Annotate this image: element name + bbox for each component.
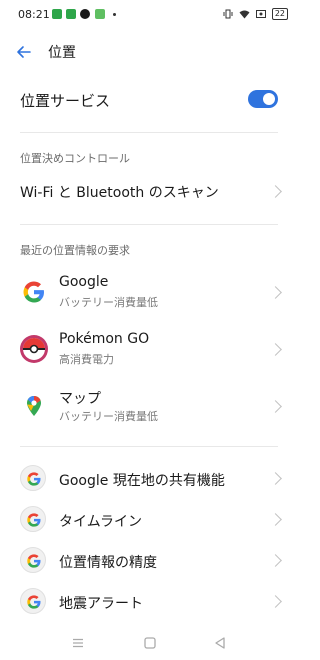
- recent-request-google[interactable]: Google バッテリー消費量低: [0, 270, 300, 314]
- chevron-right-icon: [269, 185, 282, 198]
- chevron-right-icon: [269, 554, 282, 567]
- row-label: 位置情報の精度: [59, 555, 157, 571]
- chevron-right-icon: [269, 343, 282, 356]
- leaf-app-icon: [95, 9, 105, 19]
- google-icon: [20, 547, 46, 573]
- screen-cast-icon: [255, 10, 266, 18]
- divider: [20, 132, 278, 133]
- back-triangle-icon[interactable]: [212, 635, 228, 651]
- timeline-row[interactable]: タイムライン: [0, 502, 300, 536]
- section-header-recent: 最近の位置情報の要求: [20, 244, 130, 257]
- maps-pin-icon: [20, 392, 48, 420]
- row-label: 地震アラート: [59, 596, 143, 612]
- divider: [20, 446, 278, 447]
- app-name: マップ: [59, 391, 101, 407]
- pokeball-icon: [20, 335, 48, 363]
- recent-request-maps[interactable]: マップ バッテリー消費量低: [0, 384, 300, 428]
- status-time: 08:21: [18, 8, 50, 21]
- section-header-controls: 位置決めコントロール: [20, 152, 130, 165]
- row-label: Google 現在地の共有機能: [59, 473, 225, 489]
- location-services-row[interactable]: 位置サービス: [0, 84, 300, 116]
- google-icon: [20, 278, 48, 306]
- page-title: 位置: [48, 45, 76, 61]
- pokeball-notif-icon: [80, 9, 90, 19]
- chevron-right-icon: [269, 400, 282, 413]
- chevron-right-icon: [269, 513, 282, 526]
- google-icon: [20, 588, 46, 614]
- google-icon: [20, 506, 46, 532]
- back-arrow-icon[interactable]: [16, 44, 32, 60]
- app-bar: 位置: [0, 36, 300, 68]
- app-name: Pokémon GO: [59, 331, 150, 347]
- power-usage: バッテリー消費量低: [59, 296, 158, 309]
- wifi-icon: [239, 10, 250, 19]
- location-accuracy-row[interactable]: 位置情報の精度: [0, 543, 300, 577]
- chevron-right-icon: [269, 595, 282, 608]
- chevron-right-icon: [269, 286, 282, 299]
- google-location-sharing-row[interactable]: Google 現在地の共有機能: [0, 461, 300, 495]
- recent-request-pokemon-go[interactable]: Pokémon GO 高消費電力: [0, 327, 300, 371]
- menu-icon[interactable]: [70, 635, 86, 651]
- power-usage: バッテリー消費量低: [59, 410, 158, 423]
- row-label: タイムライン: [59, 514, 143, 530]
- line-app-icon: [52, 9, 62, 19]
- chevron-right-icon: [269, 472, 282, 485]
- power-usage: 高消費電力: [59, 353, 114, 366]
- divider: [20, 224, 278, 225]
- earthquake-alerts-row[interactable]: 地震アラート: [0, 584, 300, 618]
- app-name: Google: [59, 274, 109, 290]
- toggle-knob: [263, 93, 275, 105]
- google-icon: [20, 465, 46, 491]
- system-nav-bar: [0, 625, 300, 660]
- more-notifs-dot-icon: [113, 13, 116, 16]
- wifi-bluetooth-scan-row[interactable]: Wi-Fi と Bluetooth のスキャン: [0, 174, 300, 208]
- location-services-toggle[interactable]: [248, 90, 278, 108]
- message-app-icon: [66, 9, 76, 19]
- location-services-label: 位置サービス: [20, 92, 111, 110]
- wifi-bluetooth-scan-label: Wi-Fi と Bluetooth のスキャン: [20, 185, 219, 201]
- battery-indicator: 22: [271, 8, 288, 20]
- home-icon[interactable]: [142, 635, 158, 651]
- status-bar: 08:21 22: [0, 0, 300, 28]
- vibrate-icon: [223, 9, 233, 19]
